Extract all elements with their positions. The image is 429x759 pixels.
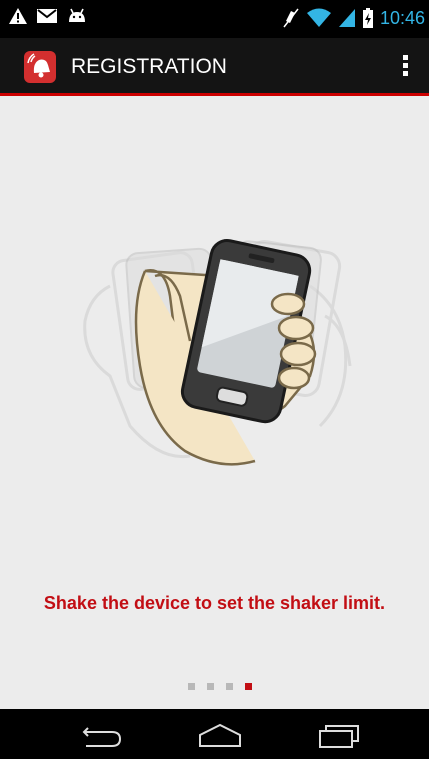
status-time: 10:46 [379,8,425,28]
alarm-bell-icon [27,53,50,78]
overflow-dot [402,71,408,76]
page-title: REGISTRATION [71,55,227,78]
home-icon[interactable] [190,721,250,749]
overflow-menu-button[interactable] [399,55,411,79]
recent-apps-icon[interactable] [308,721,368,749]
onboarding-page: Shake the device to set the shaker limit… [0,96,429,709]
signal-icon [338,9,355,27]
navigation-bar [0,709,429,759]
overflow-dot [402,63,408,68]
battery-charging-icon [362,8,373,28]
hand-shaking-phone-icon [83,239,352,466]
system-indicators: 10:46 [282,6,425,30]
page-dot[interactable] [207,683,214,690]
android-icon [69,8,85,22]
overflow-dot [402,55,408,60]
action-bar: REGISTRATION [0,38,429,96]
notification-icons [8,7,88,25]
wifi-icon [306,8,331,27]
page-dot-active[interactable] [245,683,252,690]
status-bar: 10:46 [0,0,429,38]
page-dot[interactable] [226,683,233,690]
page-dot[interactable] [188,683,195,690]
warning-icon [9,8,27,24]
gmail-icon [37,9,57,23]
page-indicator [188,683,252,690]
back-icon[interactable] [72,721,132,749]
app-logo[interactable] [24,51,56,83]
instruction-text: Shake the device to set the shaker limit… [43,593,386,613]
mute-icon [283,8,299,28]
